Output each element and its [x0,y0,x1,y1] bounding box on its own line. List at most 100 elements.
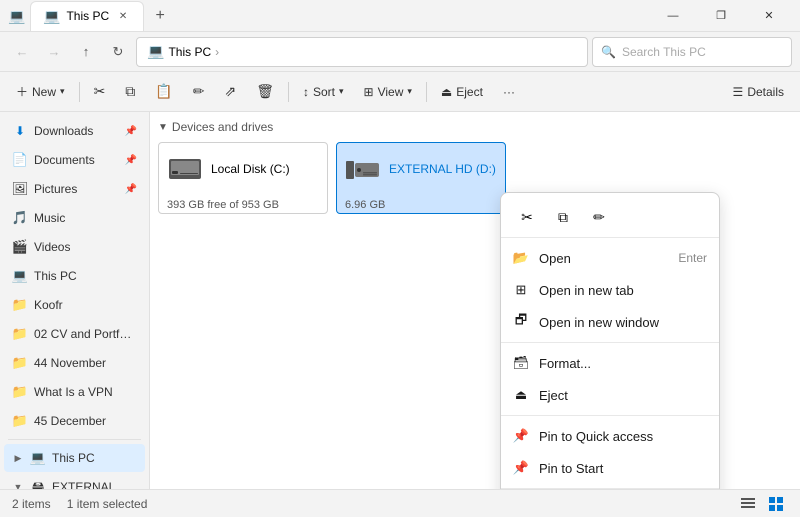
share-button[interactable]: ⇗ [216,78,244,106]
drive-d-space: 6.96 GB [345,199,497,211]
cut-button[interactable]: ✂ [86,78,114,106]
eject-label: Eject [456,85,483,99]
sidebar-item-vpn[interactable]: What Is a VPN [4,378,145,406]
ctx-item-open-tab[interactable]: ⊞ Open in new tab [501,274,719,306]
view-chevron: ▾ [407,86,412,97]
address-chevron: › [215,45,219,59]
ctx-item-format[interactable]: 🗃 Format... [501,347,719,379]
ctx-item-pin-start[interactable]: 📌 Pin to Start [501,452,719,484]
ctx-open-shortcut: Enter [678,251,707,265]
eject-icon: ⏏ [441,85,452,99]
sort-chevron: ▾ [339,86,344,97]
eject-button[interactable]: ⏏ Eject [433,78,491,106]
ctx-open-label: Open [539,251,571,266]
maximize-button[interactable]: ❐ [698,0,744,32]
sort-button[interactable]: ↕ Sort ▾ [295,78,352,106]
open-icon: 📂 [513,250,529,266]
tab-icon [43,8,60,25]
address-path[interactable]: 💻 This PC › [136,37,588,67]
sidebar-item-44nov[interactable]: 44 November [4,349,145,377]
share-icon: ⇗ [224,83,236,100]
pictures-icon [12,181,28,197]
new-tab-button[interactable]: + [146,2,174,30]
tab-area: This PC ✕ + [30,1,650,31]
delete-button[interactable]: 🗑 [248,78,282,106]
sidebar-item-45dec[interactable]: 45 December [4,407,145,435]
drive-d-top: EXTERNAL HD (D:) [345,151,497,187]
sidebar-item-downloads[interactable]: Downloads 📌 [4,117,145,145]
ctx-cut-button[interactable]: ✂ [513,203,541,231]
forward-button[interactable]: → [40,38,68,66]
rename-button[interactable]: ✏ [185,78,213,106]
drive-item-c[interactable]: Local Disk (C:) 393 GB free of 953 GB [158,142,328,214]
sidebar-item-this-pc[interactable]: This PC [4,262,145,290]
tab-this-pc[interactable]: This PC ✕ [30,1,144,31]
sidebar-item-videos[interactable]: Videos [4,233,145,261]
context-menu: ✂ ⧉ ✏ 📂 Open Enter ⊞ Open in new tab 🗗 [500,192,720,489]
thispc-tree-icon [30,450,46,466]
close-button[interactable]: ✕ [746,0,792,32]
drive-c-icon [167,151,203,187]
section-header-drives: ▼ Devices and drives [158,120,792,134]
koofr-icon [12,297,28,313]
vpn-icon [12,384,28,400]
ctx-copy-button[interactable]: ⧉ [549,203,577,231]
cv-icon [12,326,28,342]
drive-c-top: Local Disk (C:) [167,151,319,187]
section-toggle[interactable]: ▼ [158,122,168,133]
copy-button[interactable]: ⧉ [117,78,143,106]
view-label: View [378,85,404,99]
sidebar-item-koofr[interactable]: Koofr [4,291,145,319]
44nov-icon [12,355,28,371]
paste-button[interactable]: 📋 [147,78,180,106]
toolbar: ＋ New ▾ ✂ ⧉ 📋 ✏ ⇗ 🗑 ↕ Sort ▾ ⊞ View ▾ ⏏ … [0,72,800,112]
ctx-open-window-label: Open in new window [539,315,659,330]
external-icon: 🖴 [30,479,46,489]
ctx-eject-label: Eject [539,388,568,403]
ctx-item-eject[interactable]: ⏏ Eject [501,379,719,411]
sort-icon: ↕ [303,85,309,99]
minimize-button[interactable]: — [650,0,696,32]
address-icon: 💻 [147,43,164,60]
tab-close-button[interactable]: ✕ [115,8,131,24]
ctx-item-open[interactable]: 📂 Open Enter [501,242,719,274]
view-button[interactable]: ⊞ View ▾ [356,78,420,106]
new-label: New [32,85,56,99]
list-view-button[interactable] [736,492,760,516]
tree-item-this-pc[interactable]: ▶ This PC [4,444,145,472]
ctx-open-tab-label: Open in new tab [539,283,634,298]
toolbar-separator-2 [288,82,289,102]
details-button[interactable]: ☰ Details [725,78,792,106]
status-bar: 2 items 1 item selected [0,489,800,517]
tree-item-external[interactable]: ▼ 🖴 EXTERNAL HD (D:) [4,473,145,489]
toolbar-separator-1 [79,82,80,102]
ctx-rename-button[interactable]: ✏ [585,203,613,231]
drive-item-d[interactable]: EXTERNAL HD (D:) 6.96 GB [336,142,506,214]
sidebar-item-documents[interactable]: Documents 📌 [4,146,145,174]
address-bar: ← → ↑ ↻ 💻 This PC › 🔍 Search This PC [0,32,800,72]
refresh-button[interactable]: ↻ [104,38,132,66]
address-label: This PC [168,45,211,59]
more-button[interactable]: ··· [495,78,523,106]
back-button[interactable]: ← [8,38,36,66]
expand-external: ▼ [12,482,24,489]
new-chevron: ▾ [60,86,65,97]
tab-label: This PC [66,9,109,23]
search-box[interactable]: 🔍 Search This PC [592,37,792,67]
sidebar-item-music[interactable]: Music [4,204,145,232]
up-button[interactable]: ↑ [72,38,100,66]
sidebar: Downloads 📌 Documents 📌 Pictures 📌 Music… [0,112,150,489]
sidebar-item-pictures[interactable]: Pictures 📌 [4,175,145,203]
rename-icon: ✏ [193,83,205,100]
item-count: 2 items [12,497,51,511]
view-toggle-area [736,492,788,516]
ctx-item-open-window[interactable]: 🗗 Open in new window [501,306,719,338]
details-view-button[interactable] [764,492,788,516]
format-icon: 🗃 [513,355,529,371]
music-icon [12,210,28,226]
ctx-pin-quick-label: Pin to Quick access [539,429,653,444]
ctx-item-pin-quick[interactable]: 📌 Pin to Quick access [501,420,719,452]
sidebar-item-cv[interactable]: 02 CV and Portfolio [4,320,145,348]
ctx-copy-icon: ⧉ [558,209,568,226]
new-button[interactable]: ＋ New ▾ [8,78,73,106]
